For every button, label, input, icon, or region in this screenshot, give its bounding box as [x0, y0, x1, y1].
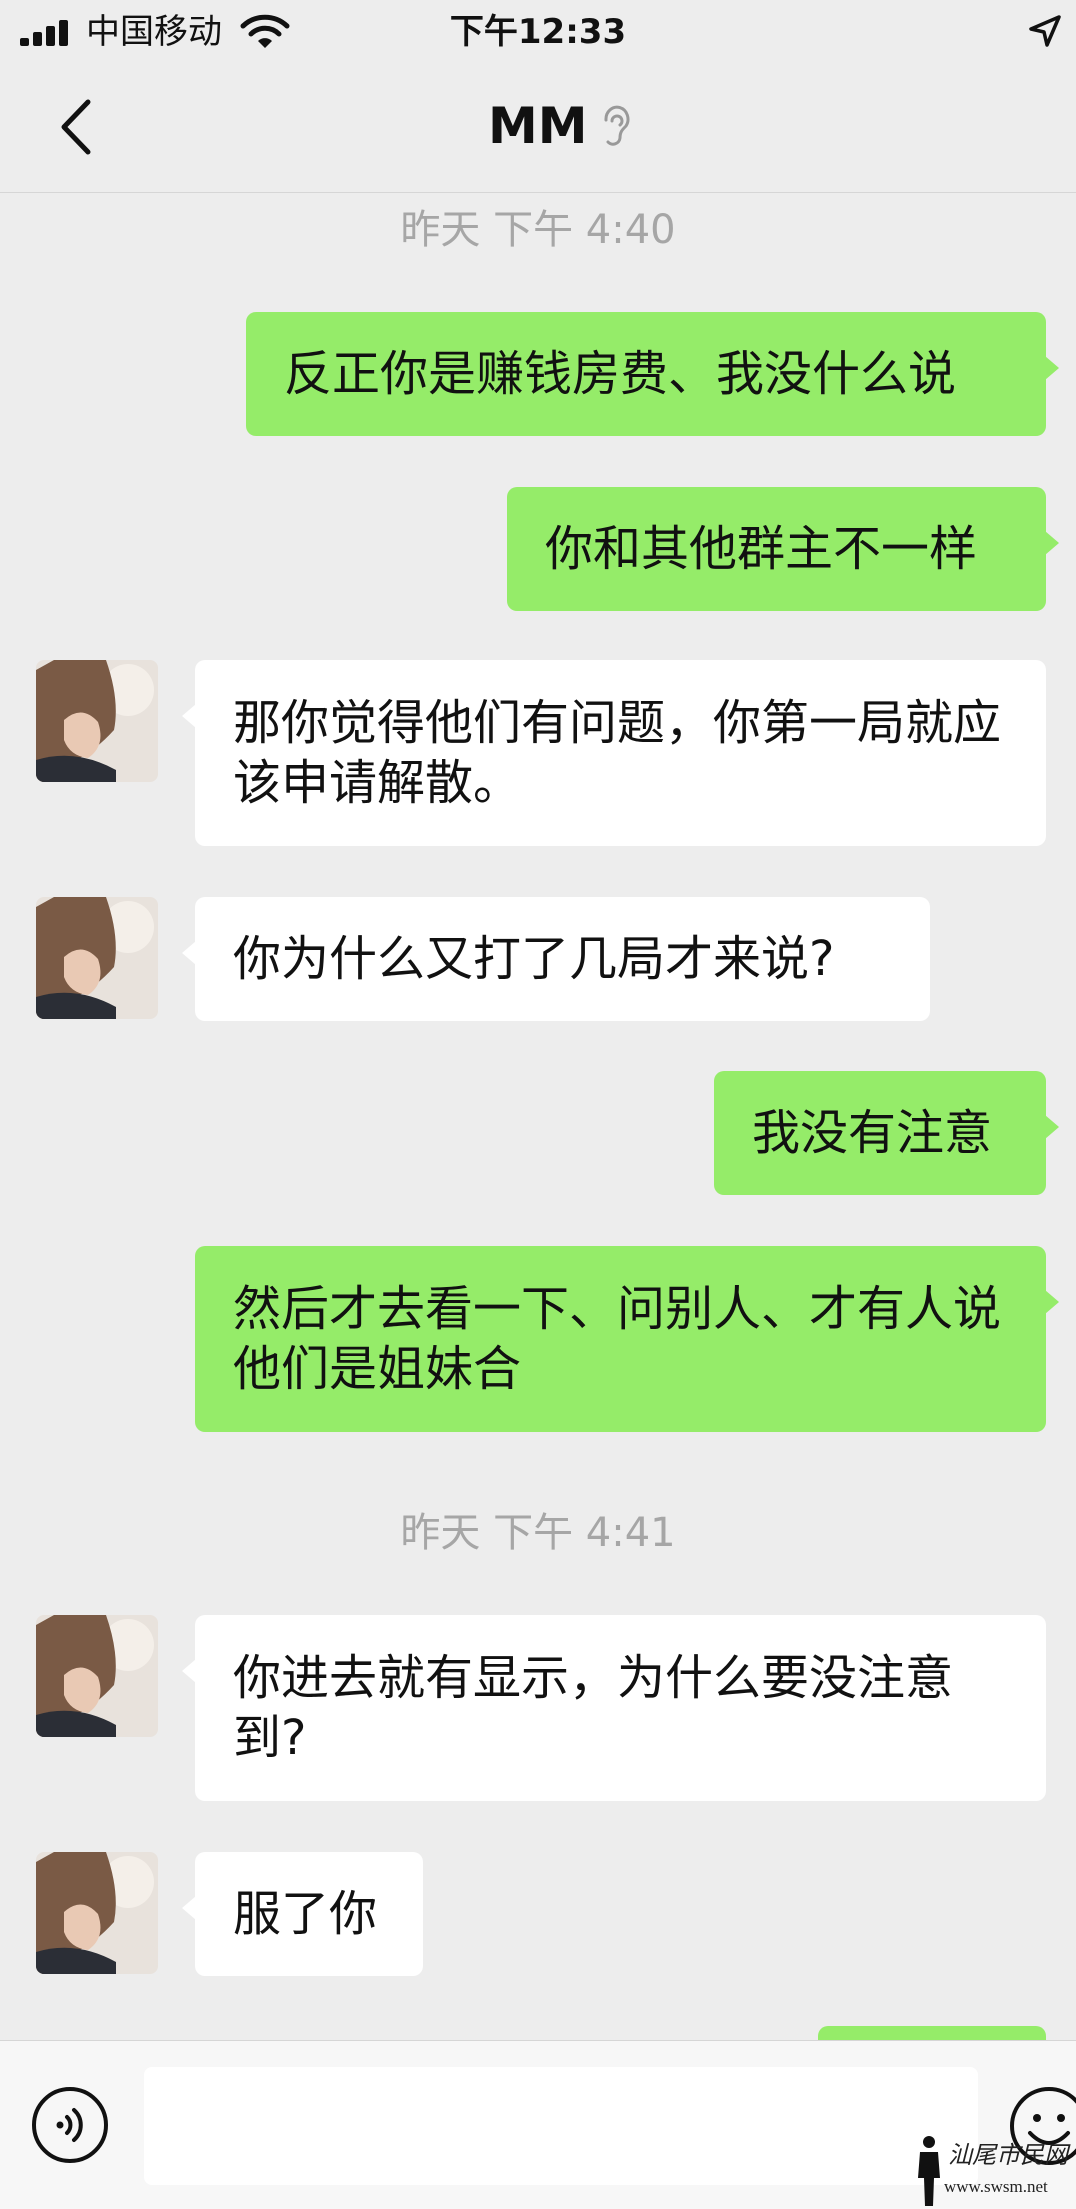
incoming-message[interactable]: 你为什么又打了几局才来说?	[182, 897, 930, 1021]
timestamp-label: 昨天 下午 4:40	[400, 207, 676, 253]
avatar[interactable]	[36, 1615, 158, 1737]
timestamp-label: 昨天 下午 4:41	[400, 1510, 676, 1556]
message-input[interactable]	[144, 2067, 978, 2185]
incoming-message[interactable]: 那你觉得他们有问题，你第一局就应该申请解散。	[182, 660, 1046, 846]
outgoing-message[interactable]: 反正你是赚钱房费、我没什么说	[246, 312, 1059, 436]
chevron-left-icon[interactable]	[48, 92, 108, 162]
avatar[interactable]	[36, 1852, 158, 1974]
person-silhouette-icon	[918, 2136, 940, 2206]
status-bar: 中国移动 下午12:33	[0, 0, 1076, 62]
watermark-text: 汕尾市民网	[948, 2141, 1068, 2169]
avatar-image	[36, 1615, 158, 1737]
ear-icon	[604, 105, 630, 146]
status-time: 下午12:33	[449, 12, 627, 52]
avatar[interactable]	[36, 897, 158, 1019]
outgoing-message[interactable]: 你和其他群主不一样	[507, 487, 1059, 611]
avatar-image	[36, 1852, 158, 1974]
watermark: 汕尾市民网 www.swsm.net	[904, 2130, 1076, 2208]
avatar-image	[36, 660, 158, 782]
incoming-message[interactable]: 服了你	[182, 1852, 423, 1976]
watermark-url: www.swsm.net	[944, 2177, 1048, 2196]
outgoing-message[interactable]: 然后才去看一下、问别人、才有人说他们是姐妹合	[195, 1246, 1059, 1432]
location-arrow-icon	[1029, 15, 1061, 47]
outgoing-message-partial[interactable]	[818, 2026, 1046, 2040]
chat-title: MM	[488, 97, 588, 155]
avatar-image	[36, 897, 158, 1019]
voice-icon[interactable]	[30, 2085, 110, 2165]
outgoing-message[interactable]: 我没有注意	[714, 1071, 1059, 1195]
incoming-message[interactable]: 你进去就有显示，为什么要没注意到?	[182, 1615, 1046, 1801]
avatar[interactable]	[36, 660, 158, 782]
chat-header: MM	[0, 62, 1076, 193]
